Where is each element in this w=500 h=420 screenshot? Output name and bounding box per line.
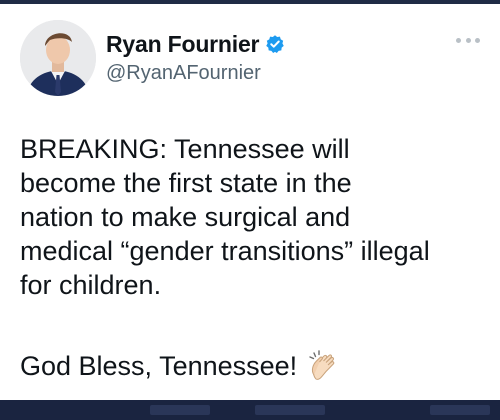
watermark-logo bbox=[255, 402, 325, 420]
tweet-body: BREAKING: Tennessee will become the firs… bbox=[20, 132, 490, 302]
tweet-body-line: become the first state in the bbox=[20, 168, 352, 198]
tweet-closing-line: God Bless, Tennessee! bbox=[20, 349, 490, 383]
more-options-icon[interactable] bbox=[456, 34, 480, 46]
more-dot bbox=[465, 37, 471, 43]
bottom-border-strip bbox=[0, 400, 500, 420]
tweet-closing-text: God Bless, Tennessee! bbox=[20, 351, 298, 381]
more-dot bbox=[456, 37, 461, 43]
tweet-body-line: nation to make surgical and bbox=[20, 202, 351, 232]
author-info: Ryan Fournier @RyanAFournier bbox=[106, 30, 406, 85]
watermark-logo bbox=[150, 402, 210, 420]
clapping-hands-icon bbox=[307, 349, 341, 383]
screenshot-frame: Ryan Fournier @RyanAFournier BREAKING: T… bbox=[0, 0, 500, 420]
tweet-body-line: for children. bbox=[20, 270, 162, 300]
tweet-card: Ryan Fournier @RyanAFournier BREAKING: T… bbox=[0, 4, 500, 400]
display-name-row: Ryan Fournier bbox=[106, 30, 406, 58]
tweet-body-line: BREAKING: Tennessee will bbox=[20, 134, 350, 164]
tweet-header: Ryan Fournier @RyanAFournier bbox=[20, 20, 480, 102]
tweet-body-line: medical “gender transitions” illegal bbox=[20, 236, 430, 266]
watermark-logo bbox=[430, 402, 490, 420]
avatar-photo bbox=[20, 20, 96, 96]
verified-badge-icon bbox=[265, 34, 285, 54]
more-dot bbox=[475, 37, 480, 43]
author-handle[interactable]: @RyanAFournier bbox=[106, 62, 406, 85]
avatar[interactable] bbox=[20, 20, 96, 96]
author-display-name[interactable]: Ryan Fournier bbox=[106, 31, 260, 58]
